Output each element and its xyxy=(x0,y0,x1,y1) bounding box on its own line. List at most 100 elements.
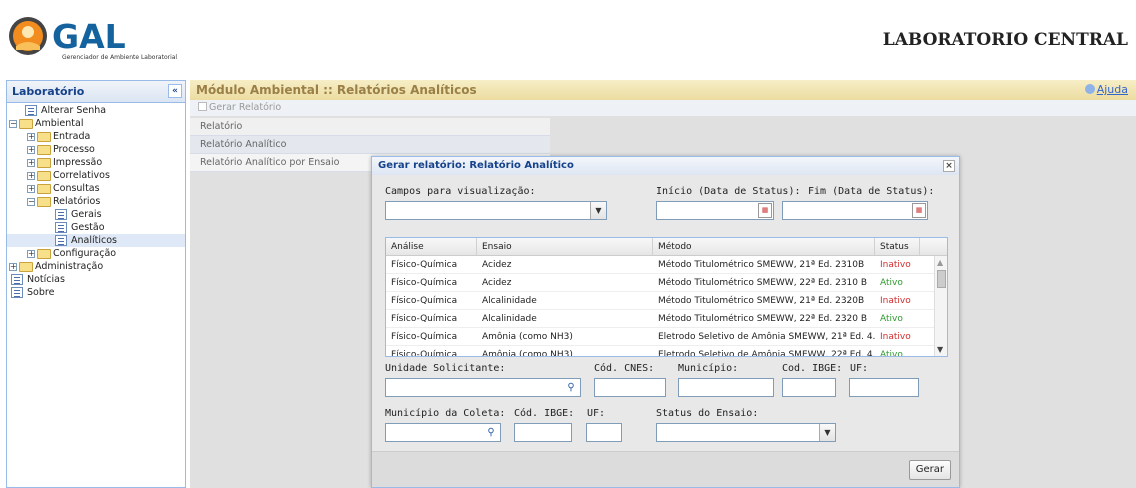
cell-metodo: Método Titulométrico SMEWW, 22ª Ed. 2320… xyxy=(658,314,868,324)
tree-item-configuracao[interactable]: + Configuração xyxy=(7,247,185,260)
ibge-input[interactable] xyxy=(782,378,836,397)
gerar-button[interactable]: Gerar xyxy=(908,460,951,480)
unidade-input[interactable]: ⚲ xyxy=(385,378,581,397)
table-row[interactable]: Físico-Química Acidez Método Titulométri… xyxy=(386,256,934,274)
tree-item-ambiental[interactable]: − Ambiental xyxy=(7,117,185,130)
logo-subtitle: Gerenciador de Ambiente Laboratorial xyxy=(62,54,177,61)
table-row[interactable]: Físico-Química Amônia (como NH3) Eletrod… xyxy=(386,328,934,346)
chevron-down-icon[interactable]: ▼ xyxy=(590,202,606,219)
inicio-date-field[interactable]: ▦ xyxy=(656,201,774,220)
cell-ensaio: Amônia (como NH3) xyxy=(482,350,573,357)
campos-label: Campos para visualização: xyxy=(385,186,536,197)
expand-node-icon[interactable]: + xyxy=(27,185,35,193)
municipio-label: Município: xyxy=(678,363,739,374)
column-analise[interactable]: Análise xyxy=(386,238,477,256)
expand-node-icon[interactable]: + xyxy=(27,250,35,258)
chevron-down-icon[interactable]: ▼ xyxy=(819,424,835,441)
scroll-down-icon[interactable]: ▼ xyxy=(937,345,943,354)
document-icon xyxy=(55,209,67,220)
column-metodo[interactable]: Método xyxy=(653,238,875,256)
table-scrollbar[interactable]: ▲ ▼ xyxy=(934,256,947,356)
search-icon[interactable]: ⚲ xyxy=(563,380,579,396)
table-row[interactable]: Físico-Química Alcalinidade Método Titul… xyxy=(386,292,934,310)
cell-metodo: Método Titulométrico SMEWW, 22ª Ed. 2310… xyxy=(658,278,868,288)
tree-item-gerais[interactable]: Gerais xyxy=(7,208,185,221)
cell-metodo: Eletrodo Seletivo de Amônia SMEWW, 22ª E… xyxy=(658,350,875,357)
app-header: GAL Gerenciador de Ambiente Laboratorial… xyxy=(0,0,1136,74)
tree-item-administracao[interactable]: + Administração xyxy=(7,260,185,273)
logo-text: GAL xyxy=(52,17,126,56)
cnes-input[interactable] xyxy=(594,378,666,397)
cell-status-active: Ativo xyxy=(880,350,903,357)
table-row[interactable]: Físico-Química Alcalinidade Método Titul… xyxy=(386,310,934,328)
help-icon xyxy=(1084,84,1095,94)
sidebar-title: Laboratório xyxy=(12,85,85,98)
cell-ensaio: Amônia (como NH3) xyxy=(482,332,573,342)
tree-item-impressao[interactable]: + Impressão xyxy=(7,156,185,169)
uf-label: UF: xyxy=(850,363,869,374)
column-ensaio[interactable]: Ensaio xyxy=(477,238,653,256)
campos-select[interactable]: ▼ xyxy=(385,201,607,220)
ibge-coleta-input[interactable] xyxy=(514,423,572,442)
tree-item-consultas[interactable]: + Consultas xyxy=(7,182,185,195)
fim-date-field[interactable]: ▦ xyxy=(782,201,928,220)
sidebar-header: Laboratório « xyxy=(7,81,185,103)
tree-item-entrada[interactable]: + Entrada xyxy=(7,130,185,143)
collapse-node-icon[interactable]: − xyxy=(9,120,17,128)
scroll-up-icon[interactable]: ▲ xyxy=(937,258,943,267)
gerar-relatorio-button[interactable]: Gerar Relatório xyxy=(198,102,281,113)
folder-icon xyxy=(19,119,33,129)
tree-item-analiticos[interactable]: Analíticos xyxy=(7,234,185,247)
table-header: Análise Ensaio Método Status xyxy=(386,238,947,256)
status-ensaio-label: Status do Ensaio: xyxy=(656,408,759,419)
tree-item-relatorios[interactable]: − Relatórios xyxy=(7,195,185,208)
folder-icon xyxy=(37,249,51,259)
cell-ensaio: Alcalinidade xyxy=(482,296,537,306)
folder-icon xyxy=(19,262,33,272)
uf-input[interactable] xyxy=(849,378,919,397)
table-row[interactable]: Físico-Química Acidez Método Titulométri… xyxy=(386,274,934,292)
cell-analise: Físico-Química xyxy=(391,278,458,288)
close-icon[interactable]: × xyxy=(943,160,955,172)
cell-analise: Físico-Química xyxy=(391,260,458,270)
report-item-relatorio-analitico[interactable]: Relatório Analítico xyxy=(190,136,550,154)
cell-ensaio: Acidez xyxy=(482,260,512,270)
calendar-icon[interactable]: ▦ xyxy=(912,203,926,218)
expand-node-icon[interactable]: + xyxy=(27,159,35,167)
ensaio-table: Análise Ensaio Método Status Físico-Quím… xyxy=(385,237,948,357)
folder-icon xyxy=(37,184,51,194)
collapse-icon[interactable]: « xyxy=(168,84,182,98)
expand-node-icon[interactable]: + xyxy=(9,263,17,271)
scroll-thumb[interactable] xyxy=(937,270,946,288)
status-ensaio-select[interactable]: ▼ xyxy=(656,423,836,442)
expand-node-icon[interactable]: + xyxy=(27,172,35,180)
tree-item-gestao[interactable]: Gestão xyxy=(7,221,185,234)
column-status[interactable]: Status xyxy=(875,238,920,256)
document-icon xyxy=(55,222,67,233)
tree-item-alterar-senha[interactable]: Alterar Senha xyxy=(7,104,185,117)
report-item-relatorio[interactable]: Relatório xyxy=(190,118,550,136)
municipio-coleta-input[interactable]: ⚲ xyxy=(385,423,501,442)
tree-item-sobre[interactable]: Sobre xyxy=(7,286,185,299)
tree-item-processo[interactable]: + Processo xyxy=(7,143,185,156)
municipio-input[interactable] xyxy=(678,378,774,397)
search-icon[interactable]: ⚲ xyxy=(483,425,499,441)
uf-coleta-input[interactable] xyxy=(586,423,622,442)
cell-analise: Físico-Química xyxy=(391,350,458,357)
help-link[interactable]: Ajuda xyxy=(1084,83,1128,96)
expand-node-icon[interactable]: + xyxy=(27,146,35,154)
lab-name: LABORATORIO CENTRAL xyxy=(882,30,1128,50)
collapse-node-icon[interactable]: − xyxy=(27,198,35,206)
table-row[interactable]: Físico-Química Amônia (como NH3) Eletrod… xyxy=(386,346,934,357)
cell-analise: Físico-Química xyxy=(391,332,458,342)
document-icon xyxy=(55,235,67,246)
calendar-icon[interactable]: ▦ xyxy=(758,203,772,218)
unidade-label: Unidade Solicitante: xyxy=(385,363,506,374)
tree-item-correlativos[interactable]: + Correlativos xyxy=(7,169,185,182)
expand-node-icon[interactable]: + xyxy=(27,133,35,141)
uf-coleta-label: UF: xyxy=(587,408,606,419)
tree-item-noticias[interactable]: Notícias xyxy=(7,273,185,286)
inicio-label: Início (Data de Status): xyxy=(656,186,801,197)
cell-metodo: Método Titulométrico SMEWW, 21ª Ed. 2310… xyxy=(658,260,865,270)
cell-status-inactive: Inativo xyxy=(880,296,911,306)
